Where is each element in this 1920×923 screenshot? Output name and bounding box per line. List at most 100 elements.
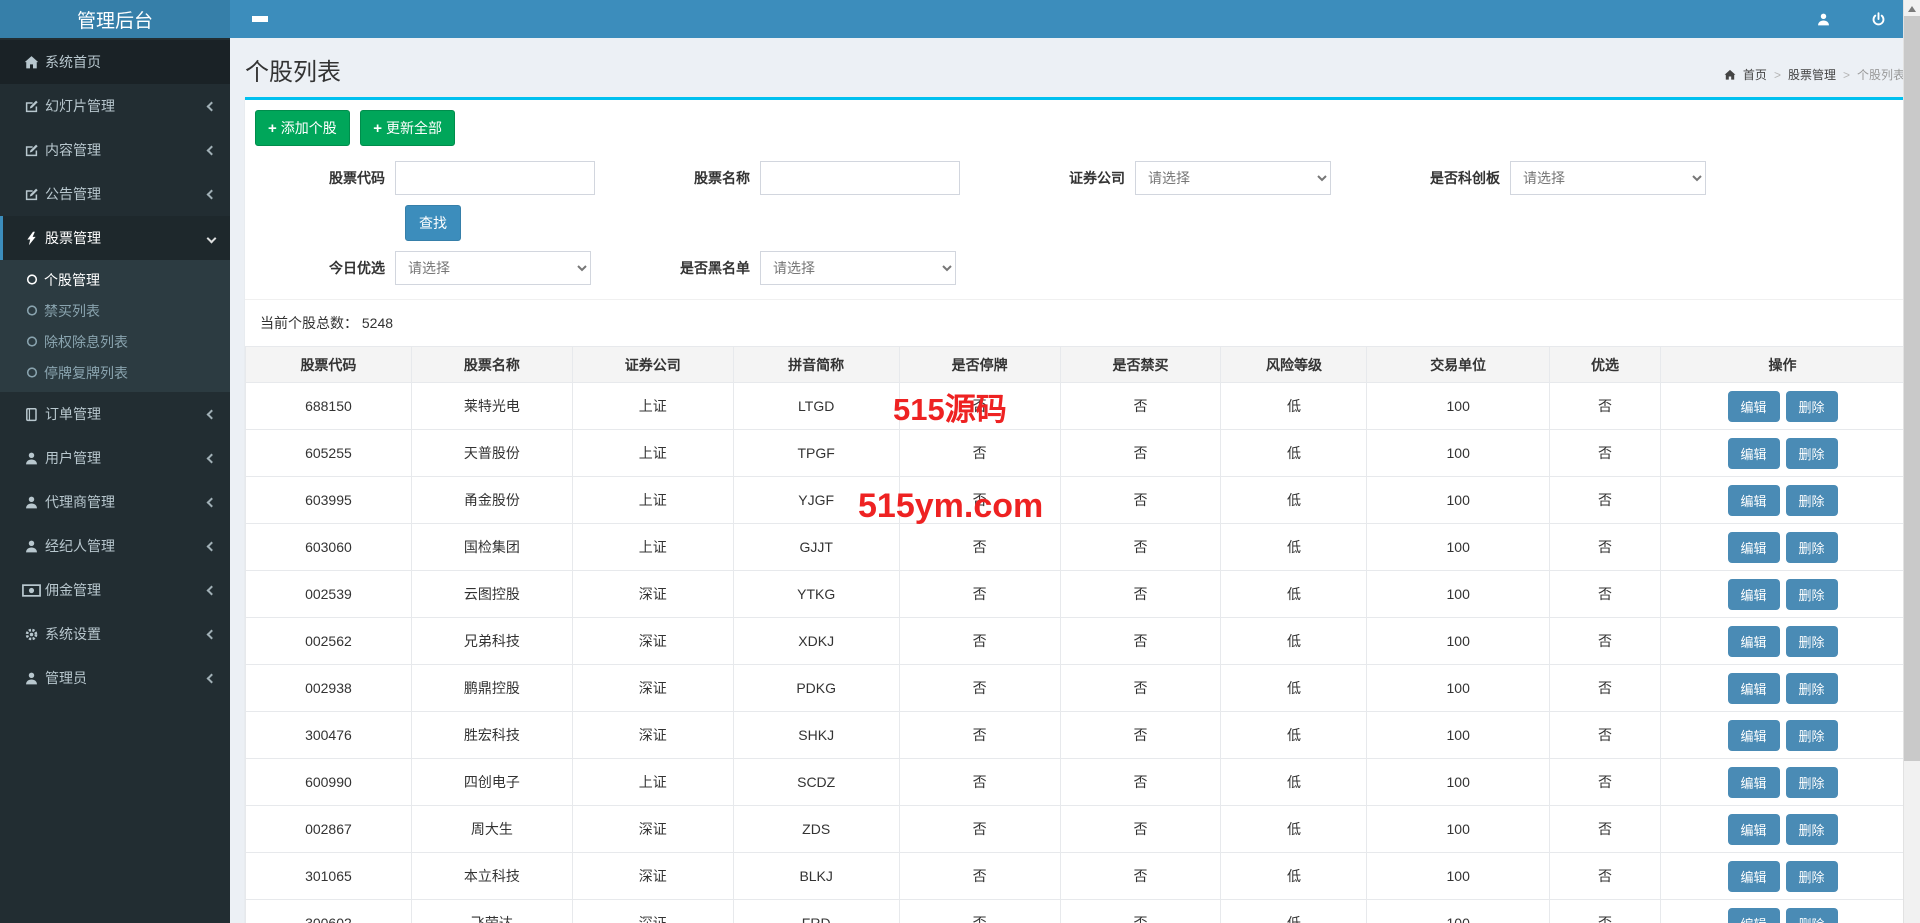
- delete-button[interactable]: 删除: [1786, 861, 1838, 892]
- edit-button[interactable]: 编辑: [1728, 626, 1780, 657]
- cell-suspended: 否: [899, 853, 1060, 900]
- sidebar-item-user[interactable]: 用户管理: [0, 436, 230, 480]
- sidebar-item-agent[interactable]: 代理商管理: [0, 480, 230, 524]
- stock-name-input[interactable]: [760, 161, 960, 195]
- sidebar-item-order[interactable]: 订单管理: [0, 392, 230, 436]
- search-button[interactable]: 查找: [405, 205, 461, 241]
- cell-suspended: 否: [899, 806, 1060, 853]
- cell-actions: 编辑删除: [1661, 712, 1905, 759]
- edit-button[interactable]: 编辑: [1728, 908, 1780, 923]
- app-logo[interactable]: 管理后台: [0, 0, 230, 38]
- sidebar-item-stock[interactable]: 股票管理: [0, 216, 230, 260]
- cell-suspended: 否: [899, 900, 1060, 923]
- logout-button[interactable]: [1871, 12, 1886, 27]
- sidebar-item-slideshow[interactable]: 幻灯片管理: [0, 84, 230, 128]
- sidebar-item-broker[interactable]: 经纪人管理: [0, 524, 230, 568]
- plus-icon: +: [373, 121, 382, 136]
- star-market-select[interactable]: 请选择: [1510, 161, 1706, 195]
- delete-button[interactable]: 删除: [1786, 532, 1838, 563]
- table-row: 603060国检集团上证GJJT否否低100否编辑删除: [246, 524, 1905, 571]
- breadcrumb-section[interactable]: 股票管理: [1788, 66, 1836, 83]
- breadcrumb-home[interactable]: 首页: [1743, 66, 1767, 83]
- scrollbar-thumb[interactable]: [1904, 16, 1920, 761]
- edit-button[interactable]: 编辑: [1728, 485, 1780, 516]
- edit-button[interactable]: 编辑: [1728, 532, 1780, 563]
- cell-name: 甬金股份: [411, 477, 572, 524]
- sidebar-item-label: 系统设置: [45, 624, 101, 644]
- column-header: 操作: [1661, 347, 1905, 383]
- delete-button[interactable]: 删除: [1786, 814, 1838, 845]
- delete-button[interactable]: 删除: [1786, 720, 1838, 751]
- cell-pinyin: ZDS: [733, 806, 899, 853]
- cell-risk: 低: [1221, 477, 1367, 524]
- money-icon: [18, 583, 45, 598]
- sidebar-toggle-button[interactable]: [246, 12, 274, 26]
- cell-unit: 100: [1367, 712, 1549, 759]
- sidebar-item-announcement[interactable]: 公告管理: [0, 172, 230, 216]
- delete-button[interactable]: 删除: [1786, 438, 1838, 469]
- blacklist-select[interactable]: 请选择: [760, 251, 956, 285]
- table-row: 002539云图控股深证YTKG否否低100否编辑删除: [246, 571, 1905, 618]
- edit-button[interactable]: 编辑: [1728, 391, 1780, 422]
- broker-select[interactable]: 请选择: [1135, 161, 1331, 195]
- star-market-label: 是否科创板: [1390, 168, 1500, 188]
- sidebar-item-admin[interactable]: 管理员: [0, 656, 230, 700]
- delete-button[interactable]: 删除: [1786, 673, 1838, 704]
- sidebar-item-content[interactable]: 内容管理: [0, 128, 230, 172]
- sidebar-subitem-suspend-resume-list[interactable]: 停牌复牌列表: [0, 357, 230, 388]
- stock-count-label: 当前个股总数：: [260, 315, 358, 331]
- stock-code-label: 股票代码: [255, 168, 385, 188]
- scrollbar-up-arrow-icon[interactable]: [1908, 6, 1916, 12]
- sidebar-item-commission[interactable]: 佣金管理: [0, 568, 230, 612]
- update-all-button[interactable]: +更新全部: [360, 110, 455, 146]
- sidebar-subitem-ban-buy-list[interactable]: 禁买列表: [0, 295, 230, 326]
- cell-unit: 100: [1367, 571, 1549, 618]
- delete-button[interactable]: 删除: [1786, 908, 1838, 923]
- delete-button[interactable]: 删除: [1786, 391, 1838, 422]
- hamburger-icon: [252, 16, 268, 22]
- scrollbar[interactable]: [1903, 0, 1920, 923]
- stock-code-input[interactable]: [395, 161, 595, 195]
- sidebar-item-home[interactable]: 系统首页: [0, 40, 230, 84]
- cell-actions: 编辑删除: [1661, 571, 1905, 618]
- sidebar-item-label: 代理商管理: [45, 492, 115, 512]
- cell-risk: 低: [1221, 665, 1367, 712]
- chevron-left-icon: [207, 189, 217, 199]
- cell-banned: 否: [1060, 477, 1221, 524]
- cell-preferred: 否: [1549, 900, 1660, 923]
- stock-table: 股票代码股票名称证券公司拼音简称是否停牌是否禁买风险等级交易单位优选操作 688…: [245, 346, 1905, 923]
- edit-button[interactable]: 编辑: [1728, 673, 1780, 704]
- today-pick-label: 今日优选: [255, 258, 385, 278]
- edit-icon: [18, 187, 45, 202]
- cell-preferred: 否: [1549, 477, 1660, 524]
- delete-button[interactable]: 删除: [1786, 626, 1838, 657]
- sidebar-item-label: 股票管理: [45, 228, 101, 248]
- cell-broker: 上证: [572, 383, 733, 430]
- sidebar-subitem-label: 停牌复牌列表: [44, 363, 128, 383]
- cell-banned: 否: [1060, 806, 1221, 853]
- cell-pinyin: SHKJ: [733, 712, 899, 759]
- cell-broker: 上证: [572, 759, 733, 806]
- cell-pinyin: BLKJ: [733, 853, 899, 900]
- page-title: 个股列表: [245, 52, 341, 87]
- delete-button[interactable]: 删除: [1786, 485, 1838, 516]
- chevron-left-icon: [207, 101, 217, 111]
- cell-preferred: 否: [1549, 759, 1660, 806]
- cell-code: 002539: [246, 571, 412, 618]
- power-icon: [1871, 12, 1886, 27]
- sidebar-subitem-ex-right-list[interactable]: 除权除息列表: [0, 326, 230, 357]
- edit-button[interactable]: 编辑: [1728, 579, 1780, 610]
- cell-risk: 低: [1221, 900, 1367, 923]
- edit-button[interactable]: 编辑: [1728, 814, 1780, 845]
- delete-button[interactable]: 删除: [1786, 579, 1838, 610]
- sidebar-item-settings[interactable]: 系统设置: [0, 612, 230, 656]
- user-menu-button[interactable]: [1816, 12, 1831, 27]
- delete-button[interactable]: 删除: [1786, 767, 1838, 798]
- today-pick-select[interactable]: 请选择: [395, 251, 591, 285]
- edit-button[interactable]: 编辑: [1728, 438, 1780, 469]
- edit-button[interactable]: 编辑: [1728, 720, 1780, 751]
- sidebar-subitem-stock-list[interactable]: 个股管理: [0, 264, 230, 295]
- edit-button[interactable]: 编辑: [1728, 861, 1780, 892]
- edit-button[interactable]: 编辑: [1728, 767, 1780, 798]
- add-stock-button[interactable]: +添加个股: [255, 110, 350, 146]
